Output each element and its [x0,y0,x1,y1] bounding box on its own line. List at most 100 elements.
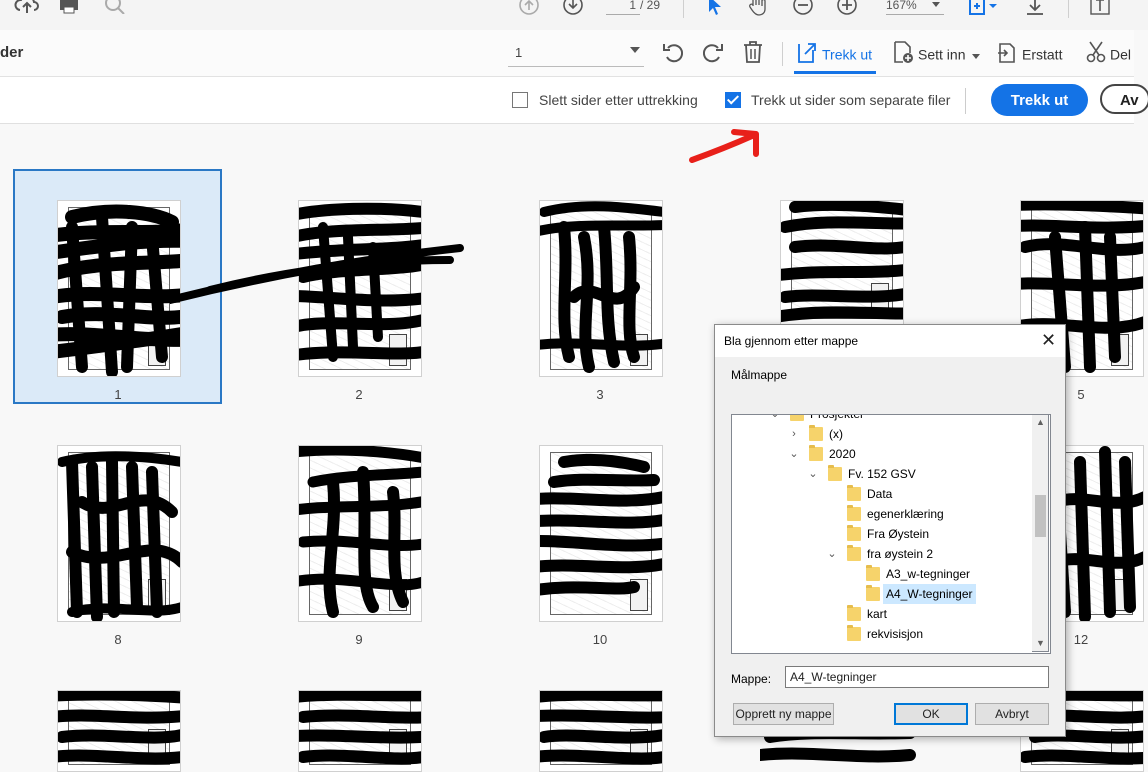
tree-item-label: A4_W-tegninger [883,584,976,604]
split-tool-button[interactable]: Del [1086,40,1131,66]
page-thumbnail[interactable] [57,445,181,622]
folder-icon [847,625,861,641]
tree-item-label: rekvisisjon [867,627,924,641]
tree-item-label: fra øystein 2 [867,547,934,561]
page-thumbnail[interactable] [539,200,663,377]
redaction-scribble [540,691,662,765]
folder-icon [866,565,880,581]
page-number-label: 8 [114,632,122,647]
toolbar-divider [782,42,783,66]
chevron-down-icon[interactable]: ⌄ [770,415,780,424]
page-thumbnail[interactable] [298,445,422,622]
page-thumbnail[interactable] [57,200,181,377]
page-number-label: 10 [592,632,608,647]
page-thumbnail[interactable] [780,200,904,326]
zoom-search-icon[interactable] [104,0,126,17]
rotate-left-icon[interactable] [662,42,686,67]
rotate-right-icon[interactable] [700,42,724,67]
tree-item-label: 2020 [829,447,856,461]
redaction-scribble [781,201,903,323]
redaction-scribble [299,691,421,765]
extract-button[interactable]: Trekk ut [991,84,1088,116]
folder-icon [847,485,861,501]
chevron-down-icon [932,2,940,7]
separate-files-label: Trekk ut sider som separate filer [751,92,951,108]
delete-after-extract-label: Slett sider etter uttrekking [539,92,698,108]
dialog-title: Bla gjennom etter mappe [724,334,859,348]
ok-button[interactable]: OK [894,703,968,725]
zoom-in-icon[interactable] [836,0,858,19]
chevron-down-icon[interactable]: ⌄ [808,464,818,484]
chevron-right-icon[interactable]: › [789,424,799,444]
tree-item-label: kart [867,607,888,621]
dialog-cancel-button[interactable]: Avbryt [975,703,1049,725]
delete-after-extract-checkbox[interactable] [512,92,528,108]
replace-page-icon [998,40,1018,72]
tool-title: der [0,44,24,61]
page-thumbnail[interactable] [539,445,663,622]
redaction-scribble [540,201,662,373]
close-icon[interactable]: ✕ [1041,330,1056,350]
toolbar-divider [1068,0,1069,18]
redaction-scribble [299,446,421,618]
insert-tool-label: Sett inn [918,46,966,63]
new-folder-button[interactable]: Opprett ny mappe [733,703,834,725]
chevron-down-icon[interactable]: ⌄ [827,544,837,564]
text-tool-icon[interactable] [1090,0,1112,19]
insert-tool-button[interactable]: Sett inn [892,40,981,66]
options-divider [965,88,966,114]
folder-icon [866,585,880,601]
scroll-up-icon[interactable]: ▲ [1036,417,1045,427]
page-fit-icon[interactable] [968,0,1000,19]
chevron-down-icon[interactable]: ⌄ [789,444,799,464]
folder-icon [809,445,823,461]
page-number-label: 9 [355,632,363,647]
browse-folder-dialog: Bla gjennom etter mappe ✕ Målmappe ⌄ Pro… [714,324,1066,737]
extract-tool-label: Trekk ut [822,46,873,63]
page-up-icon[interactable] [518,0,540,19]
extract-tool-button[interactable]: Trekk ut [796,40,872,66]
separate-files-checkbox[interactable] [725,92,741,108]
page-thumbnail[interactable] [298,690,422,772]
redaction-scribble [58,451,180,621]
folder-icon [847,505,861,521]
zoom-level-select[interactable]: 167% [886,0,944,15]
page-thumbnail[interactable] [539,690,663,772]
page-range-select[interactable]: 1 [508,42,644,67]
page-number-label: 1 [114,387,122,402]
annotation-arrow [689,129,759,163]
cancel-button[interactable]: Av [1100,84,1148,114]
folder-icon [809,425,823,441]
folder-field-label: Mappe: [731,672,772,686]
cloud-upload-icon[interactable] [14,0,40,17]
tree-item-label: Fv. 152 GSV [848,467,916,481]
page-range-value: 1 [515,45,523,60]
page-total: / 29 [640,0,661,12]
redaction-scribble [170,244,464,304]
folder-icon [847,605,861,621]
chevron-down-icon [630,47,640,53]
page-thumbnail[interactable] [57,690,181,772]
scroll-down-icon[interactable]: ▼ [1036,638,1045,648]
zoom-level-value: 167% [886,0,917,12]
hand-tool-icon[interactable] [748,0,770,19]
print-icon[interactable] [58,0,80,17]
zoom-out-icon[interactable] [792,0,814,19]
folder-input[interactable]: A4_W-tegninger [785,666,1049,688]
folder-icon [828,465,842,481]
tree-item-label: egenerklæring [867,507,944,521]
select-cursor-icon[interactable] [706,0,722,19]
replace-tool-button[interactable]: Erstatt [998,40,1062,66]
page-number-label: 2 [355,387,363,402]
chevron-down-icon [972,53,981,59]
scrollbar-thumb[interactable] [1035,495,1046,537]
page-down-icon[interactable] [562,0,584,19]
folder-tree[interactable]: ⌄ Prosjekter › (x) ⌄ 2020 ⌄ Fv. 152 GSV … [731,414,1051,654]
extract-icon [796,40,818,72]
active-tool-indicator [794,71,876,74]
trash-icon[interactable] [742,40,764,67]
page-number-label: 3 [596,387,604,402]
replace-tool-label: Erstatt [1022,46,1063,63]
page-number-input[interactable]: 1 [606,0,640,15]
scroll-mode-icon[interactable] [1024,0,1046,19]
